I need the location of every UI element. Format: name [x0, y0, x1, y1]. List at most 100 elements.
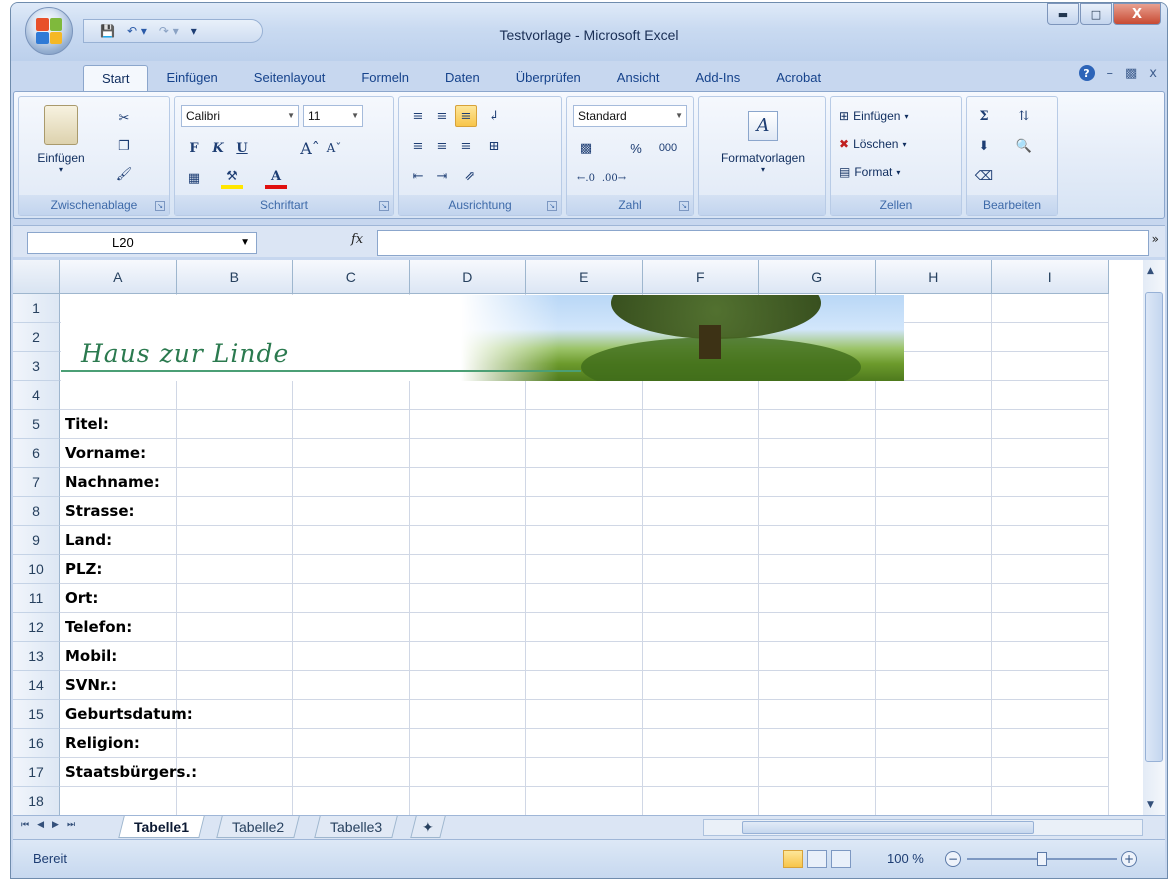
number-format-select[interactable]: Standard ▼ [573, 105, 687, 127]
cell-f18[interactable] [643, 787, 759, 815]
cell-h4[interactable] [875, 381, 992, 410]
cell-c14[interactable] [293, 671, 410, 700]
cell-i18[interactable] [992, 787, 1109, 815]
expand-formula-bar-icon[interactable]: » [1152, 232, 1159, 246]
row-header-13[interactable]: 13 [13, 642, 60, 671]
insert-sheet-button[interactable]: ✦ [410, 816, 446, 838]
cell-f4[interactable] [642, 381, 759, 410]
cell-i2[interactable] [992, 323, 1109, 352]
column-header-c[interactable]: C [293, 260, 410, 294]
underline-button[interactable]: U [231, 137, 253, 159]
cell-i3[interactable] [992, 352, 1109, 381]
cell-e17[interactable] [526, 758, 643, 787]
column-header-i[interactable]: I [992, 260, 1109, 294]
select-all-button[interactable] [13, 260, 60, 294]
cell-d5[interactable] [409, 410, 526, 439]
cell-b9[interactable] [176, 526, 293, 555]
cell-d18[interactable] [410, 787, 526, 815]
row-header-7[interactable]: 7 [13, 468, 60, 497]
copy-icon[interactable]: ❐ [113, 135, 135, 157]
insert-cells-button[interactable]: ⊞ Einfügen ▾ [839, 105, 908, 127]
cell-h5[interactable] [875, 410, 992, 439]
cell-f12[interactable] [642, 613, 759, 642]
page-break-view-button[interactable] [831, 850, 851, 868]
cell-f7[interactable] [642, 468, 759, 497]
cell-i6[interactable] [992, 439, 1109, 468]
find-select-icon[interactable]: 🔍 [1013, 135, 1035, 157]
cell-g18[interactable] [759, 787, 876, 815]
minimize-ribbon-icon[interactable]: – [1107, 66, 1114, 81]
cell-f17[interactable] [642, 758, 759, 787]
cell-b7[interactable] [176, 468, 293, 497]
cell-b11[interactable] [176, 584, 293, 613]
cell-e18[interactable] [526, 787, 643, 815]
align-left-icon[interactable]: ≡ [407, 135, 429, 157]
cell-g8[interactable] [759, 497, 876, 526]
cell-g5[interactable] [759, 410, 876, 439]
next-sheet-icon[interactable]: ▶ [52, 820, 59, 830]
cell-f13[interactable] [642, 642, 759, 671]
clipboard-launcher-icon[interactable]: ↘ [155, 201, 165, 211]
name-box[interactable]: L20 ▼ [27, 232, 257, 254]
increase-indent-icon[interactable]: ⇥ [431, 165, 453, 187]
cell-g15[interactable] [759, 700, 876, 729]
zoom-out-icon[interactable]: − [945, 851, 961, 867]
shrink-font-icon[interactable]: Aˇ [323, 137, 345, 159]
increase-decimal-icon[interactable]: ←.0 [575, 167, 597, 189]
cell-a4[interactable] [60, 381, 177, 410]
wrap-text-icon[interactable]: ↲ [483, 105, 505, 127]
cell-i11[interactable] [992, 584, 1109, 613]
cell-h12[interactable] [875, 613, 992, 642]
cell-h15[interactable] [875, 700, 992, 729]
cell-i14[interactable] [992, 671, 1109, 700]
tab-daten[interactable]: Daten [427, 65, 498, 91]
cell-e10[interactable] [526, 555, 643, 584]
cell-h14[interactable] [875, 671, 992, 700]
align-bottom-icon[interactable]: ≡ [455, 105, 477, 127]
cell-h16[interactable] [875, 729, 992, 758]
cell-d16[interactable] [409, 729, 526, 758]
cell-b10[interactable] [176, 555, 293, 584]
cell-d8[interactable] [409, 497, 526, 526]
cell-h7[interactable] [875, 468, 992, 497]
cell-c5[interactable] [293, 410, 410, 439]
alignment-launcher-icon[interactable]: ↘ [547, 201, 557, 211]
horizontal-scrollbar[interactable] [703, 819, 1143, 836]
tab-formeln[interactable]: Formeln [343, 65, 427, 91]
vertical-scroll-thumb[interactable] [1145, 292, 1163, 762]
cell-i13[interactable] [992, 642, 1109, 671]
row-header-2[interactable]: 2 [13, 323, 60, 352]
row-header-12[interactable]: 12 [13, 613, 60, 642]
tab-ansicht[interactable]: Ansicht [599, 65, 678, 91]
font-color-icon[interactable]: A [265, 167, 287, 189]
align-middle-icon[interactable]: ≡ [431, 105, 453, 127]
font-size-select[interactable]: 11 ▼ [303, 105, 363, 127]
cell-h11[interactable] [875, 584, 992, 613]
cell-i7[interactable] [992, 468, 1109, 497]
cell-e5[interactable] [526, 410, 643, 439]
close-workbook-icon[interactable]: x [1149, 66, 1157, 81]
cell-e9[interactable] [526, 526, 643, 555]
bold-button[interactable]: F [183, 137, 205, 159]
column-header-e[interactable]: E [526, 260, 643, 294]
cell-f9[interactable] [642, 526, 759, 555]
cell-d13[interactable] [409, 642, 526, 671]
row-header-1[interactable]: 1 [13, 294, 60, 323]
cell-c4[interactable] [293, 381, 410, 410]
cell-d12[interactable] [409, 613, 526, 642]
cell-b4[interactable] [176, 381, 293, 410]
tab-einfuegen[interactable]: Einfügen [148, 65, 235, 91]
cell-g12[interactable] [759, 613, 876, 642]
cell-e14[interactable] [526, 671, 643, 700]
column-header-a[interactable]: A [60, 260, 177, 294]
sheet-tab-tabelle1[interactable]: Tabelle1 [118, 816, 205, 838]
clear-icon[interactable]: ⌫ [973, 165, 995, 187]
grow-font-icon[interactable]: Aˆ [299, 137, 321, 159]
row-header-6[interactable]: 6 [13, 439, 60, 468]
column-header-g[interactable]: G [759, 260, 876, 294]
cell-e4[interactable] [526, 381, 643, 410]
orientation-icon[interactable]: ⇗ [459, 165, 481, 187]
row-header-17[interactable]: 17 [13, 758, 60, 787]
cell-e7[interactable] [526, 468, 643, 497]
decrease-indent-icon[interactable]: ⇤ [407, 165, 429, 187]
